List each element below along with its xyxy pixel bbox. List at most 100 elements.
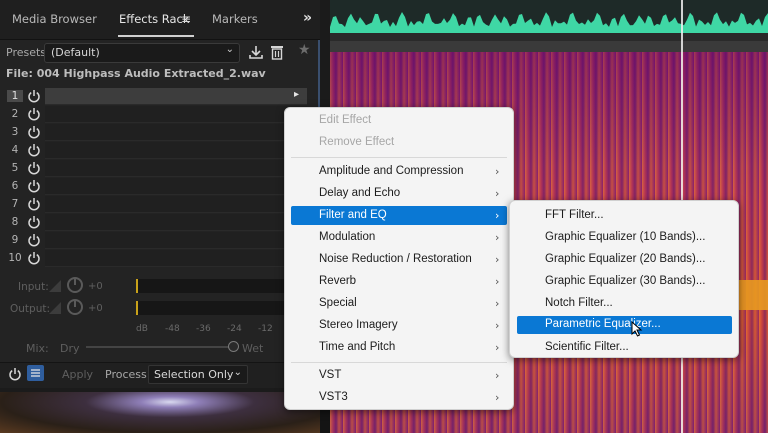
power-icon[interactable] — [27, 89, 41, 103]
mix-dry-label: Dry — [60, 342, 80, 355]
tab-media-browser[interactable]: Media Browser — [12, 12, 97, 26]
slot-effect-field[interactable] — [45, 250, 307, 267]
power-icon[interactable] — [27, 215, 41, 229]
menu-item-reverb[interactable]: Reverb — [319, 275, 356, 287]
slot-number: 8 — [11, 216, 19, 228]
menu-item-noise-reduction[interactable]: Noise Reduction / Restoration — [319, 253, 472, 265]
chevron-right-icon: › — [495, 297, 500, 310]
filter-eq-submenu: FFT Filter... Graphic Equalizer (10 Band… — [509, 200, 739, 358]
power-icon[interactable] — [27, 179, 41, 193]
hamburger-menu-icon[interactable]: ≡ — [181, 12, 191, 26]
submenu-item-graphic-eq-10[interactable]: Graphic Equalizer (10 Bands)... — [545, 231, 705, 243]
menu-item-vst[interactable]: VST — [319, 369, 341, 381]
submenu-item-fft-filter[interactable]: FFT Filter... — [545, 209, 604, 221]
menu-item-special[interactable]: Special — [319, 297, 357, 309]
apply-button[interactable]: Apply — [62, 368, 93, 381]
input-gain-knob[interactable] — [67, 277, 83, 293]
power-icon[interactable] — [27, 233, 41, 247]
video-thumbnail — [0, 392, 320, 433]
menu-item-remove-effect: Remove Effect — [319, 136, 395, 148]
presets-value: (Default) — [51, 46, 100, 59]
trash-icon[interactable] — [270, 44, 284, 60]
save-preset-icon[interactable] — [248, 44, 264, 60]
power-icon[interactable] — [27, 143, 41, 157]
input-label: Input: — [18, 281, 49, 293]
favorite-star-icon[interactable]: ★ — [298, 42, 311, 58]
slot-effect-field[interactable] — [45, 214, 307, 231]
effect-slot[interactable]: 8 — [5, 214, 309, 232]
presets-dropdown[interactable]: (Default) ⌄ — [44, 43, 240, 63]
slot-number: 6 — [11, 180, 19, 192]
chevron-right-icon: › — [495, 253, 500, 266]
power-icon[interactable] — [27, 107, 41, 121]
db-tick-label: -48 — [165, 324, 180, 334]
slot-number: 5 — [11, 162, 19, 174]
effect-slot[interactable]: 3 — [5, 124, 309, 142]
menu-item-vst3[interactable]: VST3 — [319, 391, 348, 403]
slot-effect-field[interactable] — [45, 196, 307, 213]
slot-effect-field[interactable] — [45, 124, 307, 141]
power-icon[interactable] — [27, 251, 41, 265]
slot-number: 10 — [8, 252, 22, 264]
effect-slot[interactable]: 4 — [5, 142, 309, 160]
process-label: Process: — [105, 368, 151, 381]
master-power-icon[interactable] — [8, 367, 22, 381]
db-tick-label: dB — [136, 324, 148, 334]
effect-slot[interactable]: 2 — [5, 106, 309, 124]
power-icon[interactable] — [27, 161, 41, 175]
menu-item-filter-eq[interactable]: Filter and EQ — [319, 209, 387, 221]
submenu-item-graphic-eq-20[interactable]: Graphic Equalizer (20 Bands)... — [545, 253, 705, 265]
effect-slot[interactable]: 10 — [5, 250, 309, 268]
menu-separator — [291, 157, 507, 158]
effect-slot[interactable]: 9 — [5, 232, 309, 250]
power-icon[interactable] — [27, 197, 41, 211]
menu-item-stereo-imagery[interactable]: Stereo Imagery — [319, 319, 398, 331]
tab-effects-rack[interactable]: Effects Rack — [119, 12, 190, 26]
submenu-item-graphic-eq-30[interactable]: Graphic Equalizer (30 Bands)... — [545, 275, 705, 287]
play-arrow-icon[interactable]: ▸ — [294, 89, 299, 100]
chevron-right-icon: › — [495, 391, 500, 404]
chevron-right-icon: › — [495, 231, 500, 244]
slot-effect-field[interactable] — [45, 142, 307, 159]
effects-list-icon[interactable] — [27, 365, 44, 381]
file-name-label: File: 004 Highpass Audio Extracted_2.wav — [6, 67, 266, 80]
slot-number: 3 — [11, 126, 19, 138]
chevron-right-icon: › — [495, 319, 500, 332]
mix-slider-track[interactable] — [86, 346, 230, 348]
submenu-item-parametric-eq[interactable]: Parametric Equalizer... — [545, 318, 661, 330]
active-tab-underline — [118, 35, 194, 37]
submenu-item-notch-filter[interactable]: Notch Filter... — [545, 297, 613, 309]
slot-effect-field[interactable] — [45, 178, 307, 195]
mix-slider-thumb[interactable] — [228, 341, 239, 352]
menu-separator — [291, 362, 507, 363]
slot-effect-field[interactable] — [45, 160, 307, 177]
submenu-item-scientific-filter[interactable]: Scientific Filter... — [545, 341, 629, 353]
panel-tabs: Media Browser Effects Rack ≡ Markers » — [0, 0, 320, 40]
db-tick-label: -12 — [258, 324, 273, 334]
panel-overflow-icon[interactable]: » — [303, 10, 312, 26]
menu-item-time-pitch[interactable]: Time and Pitch — [319, 341, 395, 353]
input-gain-value: +0 — [88, 281, 103, 292]
effect-slot[interactable]: 1 ▸ — [5, 88, 309, 106]
menu-item-amplitude[interactable]: Amplitude and Compression — [319, 165, 463, 177]
process-dropdown[interactable]: Selection Only ⌄ — [148, 365, 248, 384]
chevron-down-icon: ⌄ — [233, 367, 242, 378]
waveform-display[interactable] — [330, 0, 768, 33]
chevron-right-icon: › — [495, 209, 500, 222]
effect-slot[interactable]: 6 — [5, 178, 309, 196]
slot-effect-field[interactable] — [45, 232, 307, 249]
chevron-right-icon: › — [495, 187, 500, 200]
power-icon[interactable] — [27, 125, 41, 139]
slot-number: 7 — [11, 198, 19, 210]
db-tick-label: -24 — [227, 324, 242, 334]
menu-item-delay-echo[interactable]: Delay and Echo — [319, 187, 400, 199]
slot-effect-field[interactable] — [45, 106, 307, 123]
tab-markers[interactable]: Markers — [212, 12, 258, 26]
effect-slot[interactable]: 5 — [5, 160, 309, 178]
mouse-pointer-icon — [631, 321, 643, 337]
output-gain-knob[interactable] — [67, 299, 83, 315]
mix-wet-label: Wet — [242, 342, 264, 355]
effect-slot[interactable]: 7 — [5, 196, 309, 214]
slot-effect-field[interactable]: ▸ — [45, 88, 307, 105]
menu-item-modulation[interactable]: Modulation — [319, 231, 375, 243]
